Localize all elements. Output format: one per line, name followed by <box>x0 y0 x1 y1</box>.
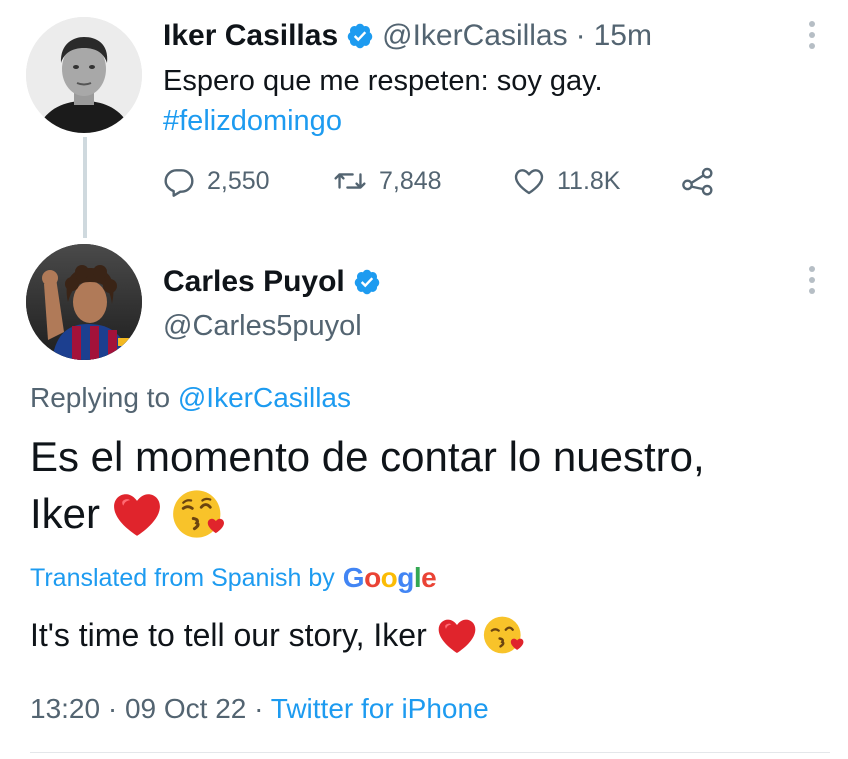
reply-tweet-text: Es el momento de contar lo nuestro, Iker <box>30 428 820 542</box>
reply-icon <box>164 169 194 197</box>
original-tweet-header: Iker Casillas @IkerCasillas · 15m <box>163 16 652 56</box>
like-button[interactable]: 11.8K <box>513 163 620 199</box>
reply-text-line-2: Iker <box>30 490 101 537</box>
retweet-icon <box>334 173 366 189</box>
meta-separator: · <box>107 693 118 724</box>
verified-icon <box>354 269 379 295</box>
original-tweet-text: Espero que me respeten: soy gay. <box>163 65 603 97</box>
retweet-count: 7,848 <box>379 166 442 195</box>
translated-label: Translated from Spanish by <box>30 563 335 592</box>
more-icon[interactable] <box>807 20 817 50</box>
reply-tweet-header: Carles Puyol <box>163 262 389 302</box>
thread-connector-line <box>83 137 87 238</box>
replying-to-line: Replying to @IkerCasillas <box>30 382 351 414</box>
replying-to-mention[interactable]: @IkerCasillas <box>178 382 351 413</box>
original-tweet-handle[interactable]: @IkerCasillas <box>382 19 568 53</box>
tweet-date[interactable]: 09 Oct 22 <box>125 693 246 724</box>
tweet-timestamp-line: 13:20 · 09 Oct 22 · Twitter for iPhone <box>30 693 489 725</box>
translation-text: It's time to tell our story, Iker <box>30 617 427 653</box>
more-icon[interactable] <box>807 265 817 295</box>
meta-separator: · <box>254 693 264 724</box>
replying-to-label: Replying to <box>30 382 171 413</box>
red-heart-emoji <box>114 493 160 536</box>
share-icon <box>682 167 713 196</box>
red-heart-emoji <box>438 619 476 653</box>
tweet-time[interactable]: 13:20 <box>30 693 100 724</box>
tweet-thread: Iker Casillas @IkerCasillas · 15m Espero… <box>0 0 848 759</box>
like-count: 11.8K <box>557 166 621 195</box>
reply-text-line-2-row: Iker <box>30 485 820 542</box>
reply-count: 2,550 <box>207 166 270 195</box>
carles-puyol-avatar[interactable] <box>26 244 142 360</box>
translation-text-row: It's time to tell our story, Iker <box>30 612 525 658</box>
original-tweet-time[interactable]: 15m <box>594 19 652 53</box>
retweet-button[interactable]: 7,848 <box>333 163 442 199</box>
kissing-face-winking-emoji <box>483 616 524 654</box>
iker-casillas-avatar[interactable] <box>26 17 142 133</box>
share-button[interactable] <box>681 163 715 199</box>
reply-tweet-handle[interactable]: @Carles5puyol <box>163 310 362 343</box>
iker-avatar-image <box>26 17 142 133</box>
tweet-source-link[interactable]: Twitter for iPhone <box>271 693 489 724</box>
puyol-avatar-image <box>26 244 142 360</box>
original-tweet-display-name[interactable]: Iker Casillas <box>163 19 338 53</box>
kissing-face-winking-emoji <box>173 489 224 538</box>
header-separator: · <box>575 19 586 52</box>
google-logo: Google <box>342 562 437 593</box>
bottom-divider <box>30 752 830 753</box>
hashtag-link[interactable]: #felizdomingo <box>163 102 342 140</box>
reply-text-line-1: Es el momento de contar lo nuestro, <box>30 433 705 480</box>
like-icon <box>514 169 544 195</box>
reply-tweet-display-name[interactable]: Carles Puyol <box>163 265 345 299</box>
translated-from-link[interactable]: Translated from Spanish by Google <box>30 562 437 594</box>
reply-button[interactable]: 2,550 <box>163 163 270 199</box>
verified-icon <box>347 23 373 49</box>
